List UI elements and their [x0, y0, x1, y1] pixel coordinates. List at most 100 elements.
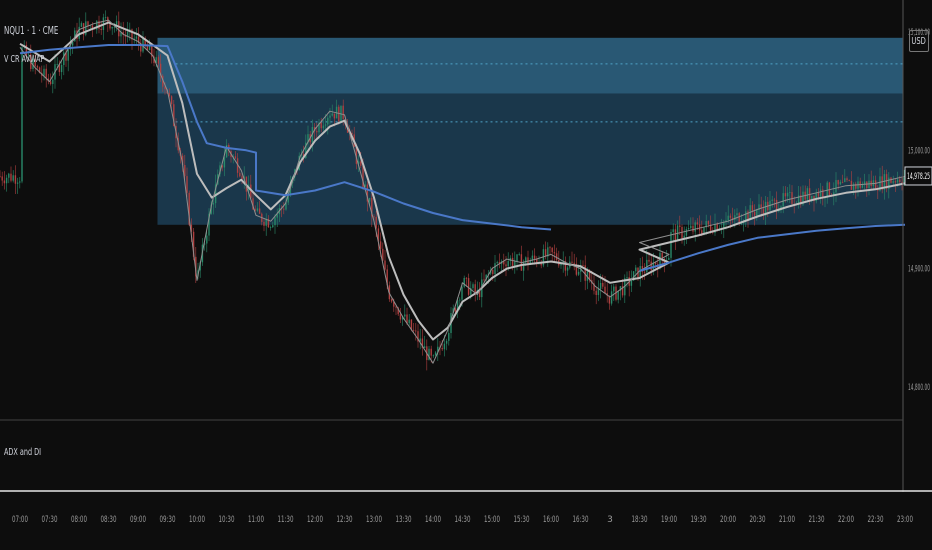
candle-body: [269, 227, 272, 228]
candle-body: [327, 117, 329, 125]
candle-body: [630, 280, 633, 286]
indicator-label[interactable]: V CR AVWAP: [4, 54, 44, 65]
candle-body: [206, 235, 208, 244]
candle-body: [56, 63, 58, 65]
candle-body: [360, 161, 362, 166]
candle-body: [602, 282, 604, 287]
candle-body: [0, 176, 1, 178]
candle-body: [408, 319, 410, 324]
price-chart[interactable]: 15,100.0015,000.0014,900.0014,800.0014,9…: [0, 0, 932, 550]
candle-body: [239, 172, 241, 177]
candle-body: [555, 253, 558, 260]
currency-button[interactable]: USD: [909, 30, 929, 52]
candle-body: [773, 199, 776, 201]
candle-body: [571, 261, 573, 263]
candle-body: [861, 184, 864, 188]
time-tick-label: 20:00: [720, 515, 736, 525]
candle-body: [551, 247, 553, 253]
price-tick-label: 14,900.00: [908, 265, 930, 275]
candle-body: [698, 224, 701, 231]
sub-indicator-label[interactable]: ADX and DI: [4, 447, 41, 458]
candle-body: [771, 199, 773, 201]
candle-body: [111, 26, 113, 29]
candle-body: [806, 188, 809, 200]
candle-body: [514, 261, 516, 266]
candle-body: [329, 115, 331, 118]
candle-body: [650, 261, 652, 271]
candle-body: [756, 209, 758, 216]
candle-body: [19, 181, 21, 183]
candle-body: [274, 217, 276, 226]
candle-body: [573, 262, 575, 264]
candle-body: [67, 49, 69, 61]
candle-body: [679, 225, 681, 227]
candle-body: [496, 262, 498, 264]
candle-body: [828, 182, 831, 195]
candle-body: [533, 255, 536, 259]
candle-body: [866, 181, 868, 189]
candle-body: [443, 343, 446, 350]
time-tick-label: 13:00: [366, 515, 382, 525]
candle-body: [472, 284, 474, 289]
candle-body: [80, 23, 83, 27]
time-tick-label: 23:00: [897, 515, 913, 525]
candle-body: [687, 228, 690, 230]
candle-body: [617, 290, 619, 300]
candle-body: [461, 286, 463, 300]
time-tick-label: 14:30: [455, 515, 471, 525]
candle-body: [430, 348, 432, 356]
candle-body: [518, 254, 520, 256]
candle-body: [21, 47, 23, 182]
candle-body: [837, 180, 839, 185]
candle-body: [626, 277, 628, 279]
candle-body: [685, 229, 688, 236]
candle-body: [78, 26, 80, 39]
candle-body: [727, 215, 729, 221]
candle-body: [613, 286, 615, 292]
candle-body: [322, 125, 325, 129]
candle-body: [342, 105, 344, 119]
candle-body: [333, 113, 336, 119]
time-tick-label: 20:30: [750, 515, 766, 525]
candle-body: [12, 175, 14, 181]
time-tick-label: 10:00: [189, 515, 205, 525]
symbol-title[interactable]: NQU1 · 1 · CME: [4, 24, 58, 37]
currency-label: USD: [911, 35, 927, 47]
time-tick-label: 16:30: [573, 515, 589, 525]
candle-body: [784, 193, 787, 197]
time-tick-label: 19:30: [691, 515, 707, 525]
candle-body: [668, 257, 670, 260]
candle-body: [848, 180, 850, 181]
time-tick-label: 09:00: [130, 515, 146, 525]
time-tick-label: 11:00: [248, 515, 264, 525]
last-price-label: 14,978.25: [907, 172, 930, 182]
candle-body: [819, 189, 822, 197]
candle-body: [36, 66, 39, 68]
candle-body: [736, 213, 738, 216]
time-tick-label: 15:00: [484, 515, 500, 525]
candle-body: [459, 299, 461, 301]
candle-body: [8, 173, 10, 178]
candle-body: [672, 229, 674, 232]
candle-body: [582, 265, 584, 266]
candle-body: [507, 261, 509, 267]
candle-body: [320, 122, 322, 129]
candle-body: [604, 286, 606, 294]
candle-body: [648, 259, 650, 262]
time-tick-label: 10:30: [219, 515, 235, 525]
candle-body: [511, 257, 514, 266]
candle-body: [643, 271, 646, 273]
candle-body: [1, 176, 3, 181]
candle-body: [375, 216, 377, 229]
time-tick-label: 16:00: [543, 515, 559, 525]
time-tick-label: 22:30: [868, 515, 884, 525]
candle-body: [729, 215, 732, 218]
candle-body: [610, 291, 613, 304]
candle-body: [234, 156, 237, 159]
time-tick-label: 12:00: [307, 515, 323, 525]
candle-body: [474, 284, 476, 293]
candle-body: [432, 355, 435, 357]
candle-body: [445, 340, 448, 344]
time-tick-label: 09:30: [160, 515, 176, 525]
candle-body: [463, 277, 465, 287]
